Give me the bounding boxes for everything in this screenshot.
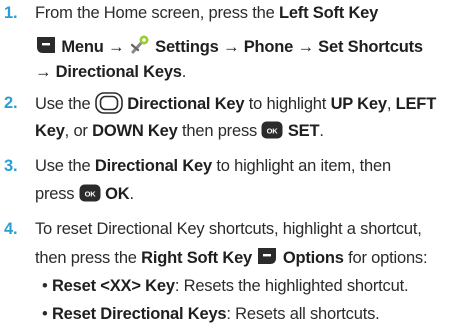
key-name: Key: [35, 122, 65, 140]
right-soft-key-icon: [258, 248, 277, 264]
option-description: : Resets all shortcuts.: [226, 305, 380, 323]
option-name: Reset Directional Keys: [51, 305, 227, 323]
key-name: LEFT: [395, 95, 437, 113]
option-description: : Resets the highlighted shortcut.: [174, 277, 409, 295]
step-line: → Directional Keys.: [35, 61, 186, 83]
menu-path: Settings → Phone → Set Shortcuts: [155, 38, 423, 56]
key-name: UP Key: [330, 95, 387, 113]
text: for options:: [343, 249, 428, 267]
text: .: [129, 185, 134, 203]
step-line: Key, or DOWN Key then press OK SET.: [35, 120, 324, 142]
step-line: From the Home screen, press the Left Sof…: [35, 2, 378, 24]
step-line: Use the Directional Key to highlight UP …: [35, 92, 436, 115]
text: , or: [64, 122, 93, 140]
step-line: then press the Right Soft Key Options fo…: [35, 246, 428, 269]
step-number: 1.: [4, 4, 18, 22]
bullet-item: • Reset Directional Keys: Resets all sho…: [42, 303, 380, 325]
key-name: Directional Key: [94, 157, 212, 175]
key-name: DOWN Key: [92, 122, 178, 140]
key-name: Directional Key: [127, 95, 245, 113]
text: .: [319, 122, 324, 140]
option-name: Reset <XX> Key: [51, 277, 175, 295]
step-number: 4.: [4, 220, 18, 238]
text: then press: [177, 122, 262, 140]
bullet-dot-icon: •: [42, 277, 52, 295]
instructions-page: 1. From the Home screen, press the Left …: [0, 0, 470, 330]
ok-key-icon: OK: [79, 184, 101, 202]
menu-path: → Directional Keys: [35, 63, 182, 81]
step-line: To reset Directional Key shortcuts, high…: [35, 218, 422, 240]
ok-key-label: OK: [84, 190, 96, 199]
key-name: Left Soft Key: [278, 4, 379, 22]
text: to highlight an item, then: [211, 157, 391, 175]
text: To reset Directional Key shortcuts, high…: [35, 220, 422, 238]
text: to highlight: [244, 95, 331, 113]
step-line: press OK OK.: [35, 183, 134, 205]
text: From the Home screen, press the: [35, 4, 279, 22]
options-label: Options: [282, 249, 344, 267]
settings-icon: [130, 35, 149, 54]
ok-key-label: OK: [267, 127, 279, 136]
key-name: SET: [287, 122, 320, 140]
text: Use the: [35, 157, 95, 175]
step-number: 3.: [4, 157, 18, 175]
step-number: 2.: [4, 94, 18, 112]
bullet-item: • Reset <XX> Key: Resets the highlighted…: [42, 275, 409, 297]
menu-label: Menu →: [61, 38, 129, 56]
step-line: Menu → Settings → Phone → Set Shortcuts: [35, 33, 423, 58]
bullet-dot-icon: •: [42, 305, 52, 323]
text: ,: [386, 95, 396, 113]
key-name: Right Soft Key: [141, 249, 253, 267]
directional-key-icon: [95, 92, 123, 114]
ok-key-icon: OK: [261, 121, 283, 139]
key-name: OK: [105, 185, 130, 203]
left-soft-key-icon: [37, 37, 55, 53]
text: then press the: [35, 249, 142, 267]
text: .: [181, 63, 187, 81]
step-line: Use the Directional Key to highlight an …: [35, 155, 391, 177]
text: Use the: [35, 95, 95, 113]
text: press: [35, 185, 79, 203]
